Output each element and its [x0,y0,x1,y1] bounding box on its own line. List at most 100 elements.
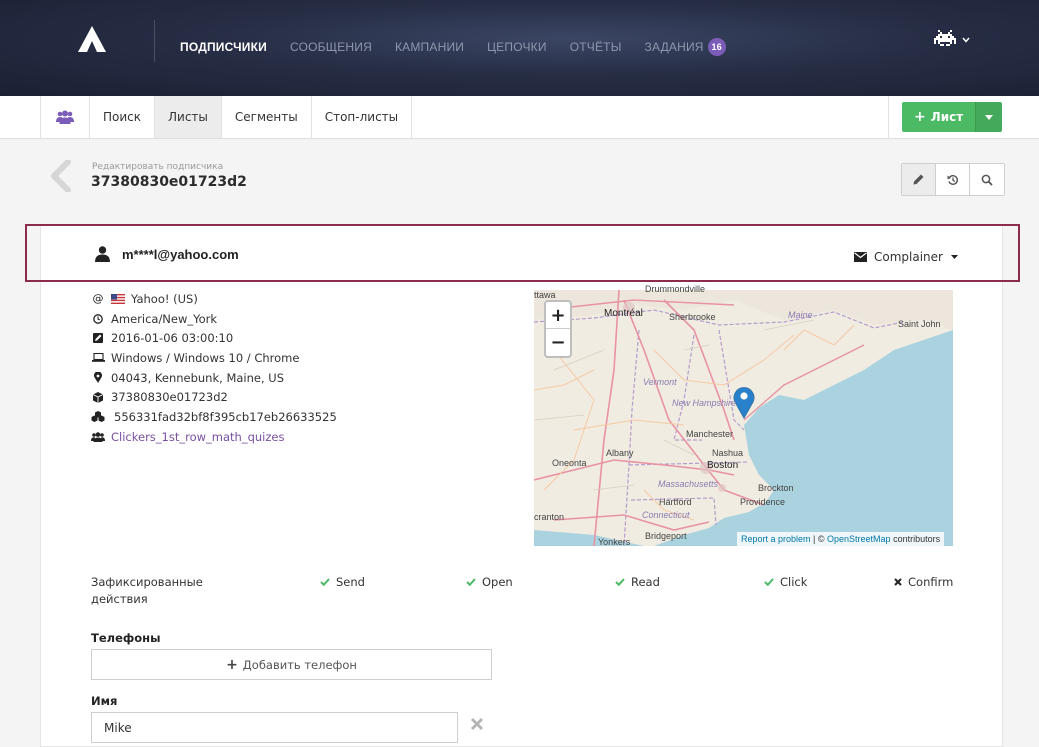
status-label: Complainer [874,250,943,264]
user-menu[interactable] [934,30,970,50]
subtab-subscribers-icon[interactable] [41,96,90,138]
map-label-maine: Maine [788,310,813,320]
action-send: Send [320,575,365,589]
map-zoom-control: + − [544,300,572,358]
action-read: Read [615,575,660,589]
history-icon [947,174,958,185]
user-icon [95,246,110,262]
tab-stop-lists[interactable]: Стоп-листы [312,96,413,138]
info-row-timezone: America/New_York [90,309,337,329]
breadcrumb: Редактировать подписчика [92,162,224,172]
sub-tabs: Поиск Листы Сегменты Стоп-листы [40,96,413,138]
action-confirm: Confirm [894,575,953,589]
add-list-dropdown-toggle[interactable] [975,102,1003,132]
map-label-manchester: Manchester [686,429,734,439]
tab-search[interactable]: Поиск [90,96,156,138]
info-row-hash: 556331fad32bf8f395cb17eb26633525 [90,407,337,427]
map-label-hartford: Hartford [659,497,692,507]
add-phone-button[interactable]: + Добавить телефон [91,649,492,680]
sub-navigation: Поиск Листы Сегменты Стоп-листы + Лист [0,96,1039,139]
map-zoom-out-button[interactable]: − [546,329,570,356]
check-icon [615,578,625,586]
info-row-list: Clickers_1st_row_math_quizes [90,427,337,447]
map-report-problem-link[interactable]: Report a problem [741,534,811,544]
caret-down-icon [950,255,958,259]
map-label-saint-john: Saint John [898,319,941,329]
laptop-icon [91,353,105,363]
map-label-boston: Boston [707,460,739,471]
users-icon [91,431,105,442]
chevron-down-icon [962,37,970,43]
action-click: Click [764,575,807,589]
map-label-bridgeport: Bridgeport [645,531,687,541]
caret-down-icon [985,114,994,120]
page-title: 37380830e01723d2 [91,174,247,190]
map-marker-icon [94,372,102,384]
check-icon [320,578,330,586]
search-button[interactable] [970,164,1004,195]
map-label-brockton: Brockton [758,483,794,493]
info-row-subscriber-id: 37380830e01723d2 [90,387,337,407]
cube-icon [93,391,103,403]
info-row-location: 04043, Kennebunk, Maine, US [90,368,337,388]
users-icon [56,110,74,124]
back-arrow-icon[interactable] [48,160,72,192]
check-icon [466,578,476,586]
nav-item-messages[interactable]: СООБЩЕНИЯ [290,40,372,54]
status-dropdown[interactable]: Complainer [854,250,958,264]
nav-item-tasks[interactable]: ЗАДАНИЯ 16 [645,38,726,56]
map-label-new-hampshire: New Hampshire [672,398,737,408]
info-row-platform: Windows / Windows 10 / Chrome [90,348,337,368]
map-label-montreal: Montréal [604,308,643,319]
clear-name-icon[interactable] [470,717,484,731]
check-icon [764,578,774,586]
map-label-oneonta: Oneonta [552,458,587,468]
us-flag-icon [111,293,125,304]
main-nav: ПОДПИСЧИКИ СООБЩЕНИЯ КАМПАНИИ ЦЕПОЧКИ ОТ… [180,38,749,56]
nav-item-chains[interactable]: ЦЕПОЧКИ [487,40,547,54]
top-navigation-bar: ПОДПИСЧИКИ СООБЩЕНИЯ КАМПАНИИ ЦЕПОЧКИ ОТ… [0,0,1039,96]
subscriber-info-list: @ Yahoo! (US) America/New_York 2016-01-0… [90,289,337,447]
add-list-button[interactable]: + Лист [902,102,976,132]
clock-icon [93,313,103,324]
nav-item-subscribers[interactable]: ПОДПИСЧИКИ [180,40,267,54]
tasks-count-badge: 16 [707,38,726,56]
space-invader-icon [934,30,956,46]
envelope-icon [854,252,867,262]
map-label-vermont: Vermont [643,377,677,387]
pencil-icon [913,174,924,185]
subscriber-list-link[interactable]: Clickers_1st_row_math_quizes [111,430,284,444]
map-label-providence: Providence [740,497,786,507]
nav-item-campaigns[interactable]: КАМПАНИИ [395,40,464,54]
map-label-drummondville: Drummondville [645,284,706,294]
app-logo-icon[interactable] [78,26,106,52]
map-attribution: Report a problem | © OpenStreetMap contr… [737,532,945,546]
plus-icon: + [226,656,238,673]
map-zoom-in-button[interactable]: + [546,302,570,329]
at-icon: @ [92,292,104,306]
map-label-yonkers: Yonkers [598,537,631,547]
close-icon [894,578,902,586]
add-list-button-group: + Лист [888,96,1015,138]
tab-lists[interactable]: Листы [155,96,222,138]
cubes-icon [91,411,105,423]
history-button[interactable] [936,164,970,195]
edit-square-icon [93,333,103,344]
recorded-actions-label: Зафиксированные действия [91,575,203,606]
edit-button[interactable] [902,164,936,195]
location-map[interactable] [534,290,953,546]
info-row-provider: @ Yahoo! (US) [90,289,337,309]
map-label-connecticut: Connecticut [642,510,690,520]
name-input[interactable] [91,712,458,743]
add-list-split-button: + Лист [902,102,1003,132]
plus-icon: + [914,109,926,125]
map-tiles [534,290,953,546]
nav-item-reports[interactable]: ОТЧЁТЫ [570,40,622,54]
subscriber-email: m****l@yahoo.com [122,246,239,262]
logo-divider [154,20,155,62]
toolbar [901,163,1005,196]
search-icon [981,174,993,186]
map-label-scranton: cranton [534,512,565,522]
tab-segments[interactable]: Сегменты [222,96,312,138]
map-osm-link[interactable]: OpenStreetMap [827,534,891,544]
